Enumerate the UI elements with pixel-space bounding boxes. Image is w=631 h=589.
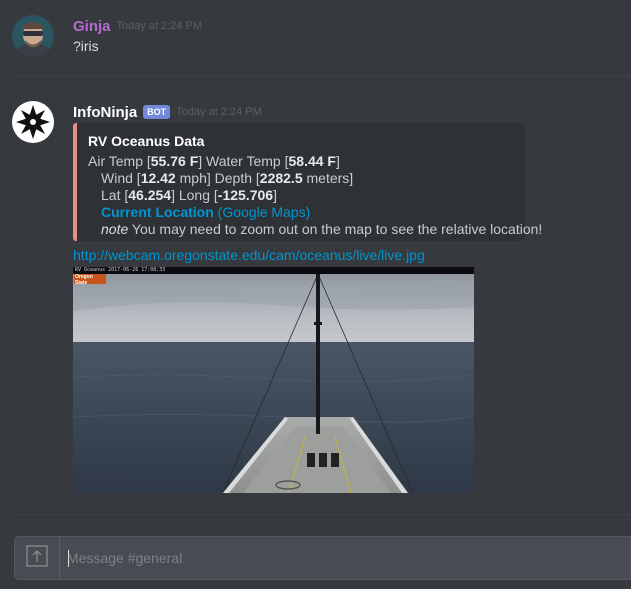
oregon-state-logo: Oregon State	[74, 274, 106, 286]
wind-value: 12.42	[140, 170, 176, 186]
embed-note-line: note You may need to zoom out on the map…	[101, 221, 542, 237]
rv-oceanus-embed: RV Oceanus Data Air Temp [55.76 F] Water…	[73, 123, 542, 241]
note-text: You may need to zoom out on the map to s…	[128, 221, 543, 237]
composer-divider	[12, 514, 631, 515]
username-infoninja[interactable]: InfoNinja	[73, 104, 137, 121]
message-group-infoninja: InfoNinja BOT Today at 2:24 PM RV Oceanu…	[0, 86, 631, 506]
embed-coords-line: Lat [46.254] Long [-125.706]	[101, 187, 277, 203]
embed-location-line: Current Location (Google Maps)	[101, 204, 310, 220]
message-content: ?iris	[73, 38, 99, 54]
infoninja-header: InfoNinja BOT Today at 2:24 PM	[73, 102, 262, 122]
username-ginja[interactable]: Ginja	[73, 18, 111, 35]
infoninja-avatar[interactable]	[12, 101, 54, 143]
long-value: -125.706	[217, 187, 274, 203]
embed-temp-line: Air Temp [55.76 F] Water Temp [58.44 F]	[88, 153, 340, 169]
timestamp: Today at 2:24 PM	[176, 106, 262, 118]
lat-value: 46.254	[128, 187, 172, 203]
text-caret	[68, 550, 69, 567]
upload-button[interactable]	[15, 537, 60, 579]
bot-tag: BOT	[143, 105, 171, 119]
message-group-ginja: Ginja Today at 2:24 PM ?iris	[0, 0, 631, 76]
chat-app: Ginja Today at 2:24 PM ?iris InfoNinja B…	[0, 0, 631, 589]
ginja-header: Ginja Today at 2:24 PM	[73, 16, 202, 36]
camera-timestamp: RV Oceanus 2017-06-26 17:08:33	[75, 267, 166, 273]
depth-value: 2282.5	[259, 170, 303, 186]
water-temp-value: 58.44 F	[288, 153, 336, 169]
message-composer	[14, 536, 631, 580]
air-temp-value: 55.76 F	[150, 153, 199, 169]
current-location-link[interactable]: Current Location	[101, 204, 214, 220]
timestamp: Today at 2:24 PM	[116, 20, 203, 32]
embed-wind-depth-line: Wind [12.42 mph] Depth [2282.5 meters]	[101, 170, 354, 186]
upload-arrow-icon	[26, 544, 48, 572]
message-input[interactable]	[67, 537, 617, 579]
note-label: note	[101, 221, 129, 237]
google-maps-link[interactable]: (Google Maps)	[218, 204, 311, 220]
webcam-image[interactable]: RV Oceanus 2017-06-26 17:08:33 Oregon St…	[73, 267, 474, 493]
webcam-url-link[interactable]: http://webcam.oregonstate.edu/cam/oceanu…	[73, 247, 425, 263]
message-divider	[12, 76, 631, 77]
ginja-avatar[interactable]	[12, 15, 54, 57]
embed-title: RV Oceanus Data	[88, 133, 205, 149]
